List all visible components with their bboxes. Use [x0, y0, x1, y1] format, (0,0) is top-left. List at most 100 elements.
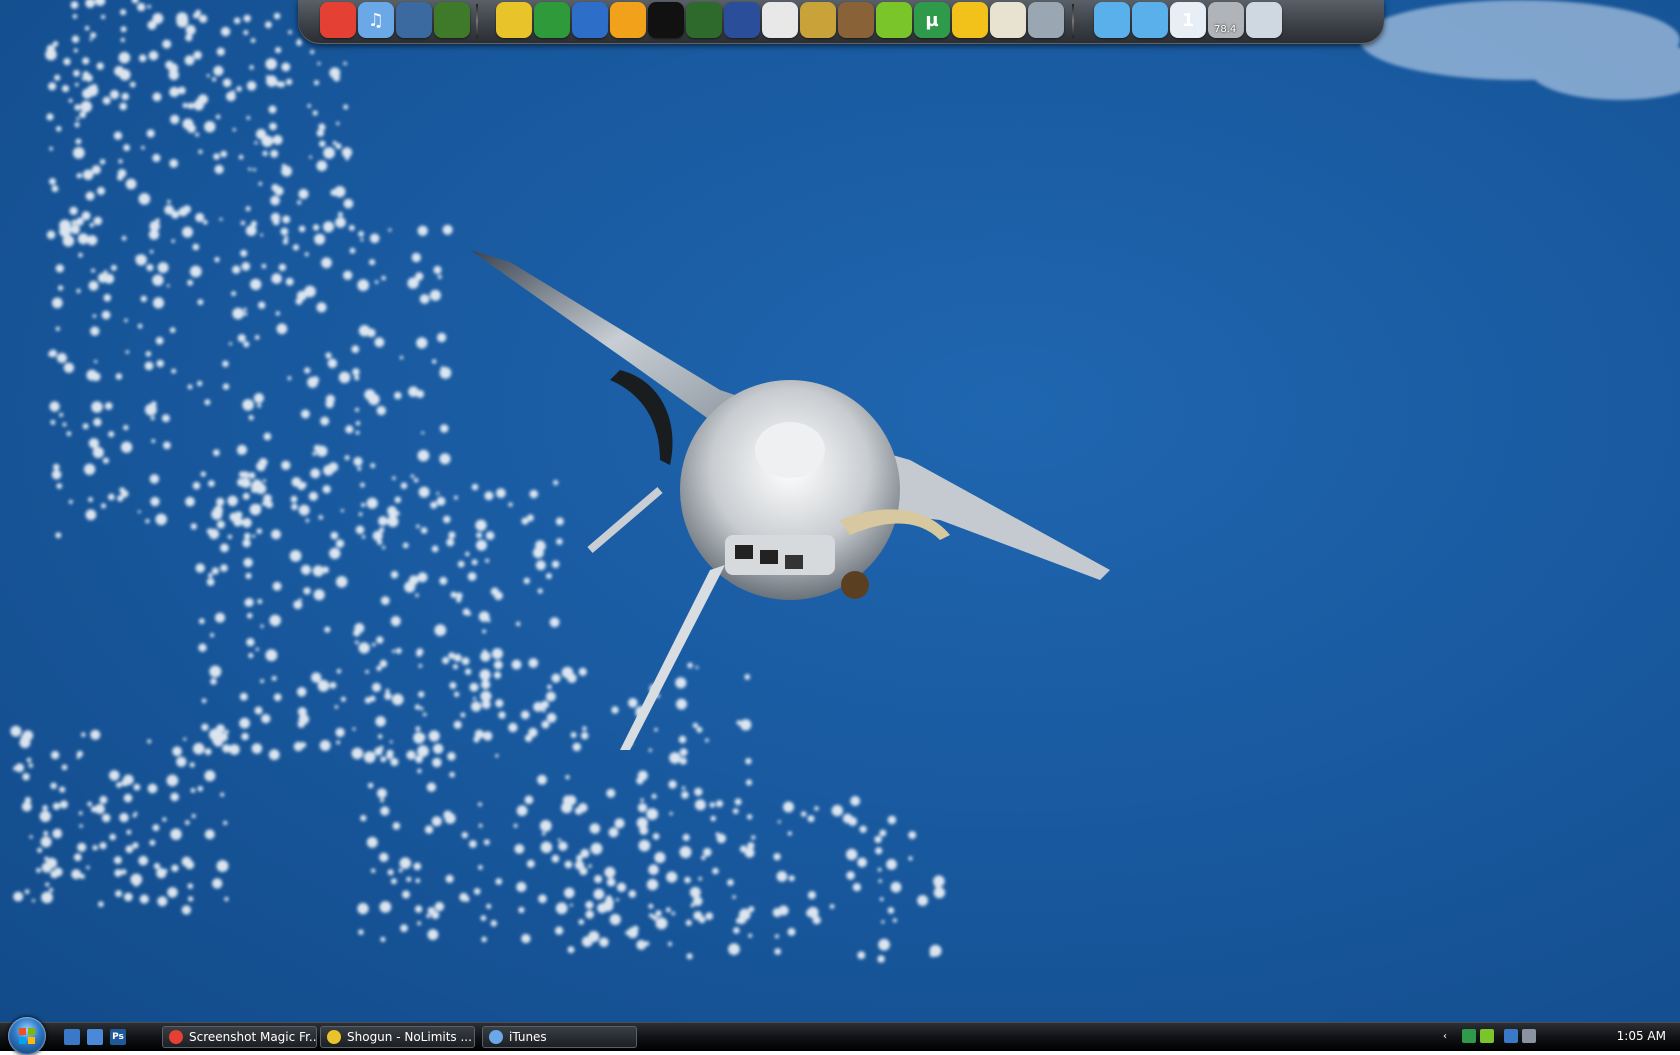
- cloud-puff: [152, 297, 165, 309]
- cloud-puff: [461, 657, 470, 666]
- cloud-puff: [187, 896, 194, 902]
- cloud-puff: [169, 159, 179, 168]
- cloud-puff: [372, 530, 383, 541]
- switch-windows-icon[interactable]: [87, 1029, 103, 1045]
- cloud-puff: [36, 867, 41, 873]
- cloud-puff: [402, 890, 410, 899]
- cloud-puff: [449, 771, 455, 778]
- cloud-puff: [147, 20, 157, 30]
- cloud-puff: [404, 581, 416, 593]
- cloud-puff: [71, 869, 82, 880]
- cloud-puff: [399, 355, 404, 360]
- cloud-puff: [237, 334, 246, 343]
- google-earth-icon[interactable]: [724, 2, 760, 38]
- alien-icon[interactable]: [686, 2, 722, 38]
- cloud-puff: [224, 896, 229, 902]
- cloud-puff: [437, 274, 442, 279]
- cloud-puff: [389, 740, 393, 744]
- cloud-puff: [701, 855, 706, 861]
- cloud-puff: [453, 720, 462, 729]
- cloud-puff: [101, 813, 111, 823]
- cloud-puff: [198, 14, 208, 23]
- fl-studio-icon[interactable]: [610, 2, 646, 38]
- cloud-puff: [78, 252, 83, 258]
- cloud-puff: [119, 69, 131, 81]
- cloud-puff: [447, 752, 456, 761]
- show-hidden-icons-button[interactable]: ‹: [1440, 1029, 1450, 1043]
- cloud-puff: [406, 750, 416, 760]
- weather-temperature: 78.4: [1214, 24, 1237, 35]
- guitar-icon[interactable]: [838, 2, 874, 38]
- limewire-icon[interactable]: [876, 2, 912, 38]
- cloud-puff: [99, 159, 106, 165]
- utorrent-tray-icon[interactable]: [1462, 1029, 1476, 1043]
- cloud-puff: [614, 818, 625, 829]
- cloud-puff: [444, 812, 456, 824]
- start-button[interactable]: [8, 1017, 46, 1055]
- cloud-puff: [83, 463, 96, 475]
- network-computers-icon[interactable]: [1028, 2, 1064, 38]
- cloud-puff: [526, 859, 535, 868]
- cloud-puff: [443, 515, 451, 524]
- cloud-puff: [208, 480, 215, 487]
- spiral-icon[interactable]: [572, 2, 608, 38]
- cloud-puff: [220, 792, 225, 797]
- cloud-puff: [442, 656, 450, 665]
- cloud-puff: [391, 693, 404, 706]
- activity-monitor-icon[interactable]: [952, 2, 988, 38]
- cloud-puff: [28, 763, 34, 768]
- cloud-puff: [85, 509, 97, 521]
- cloud-puff: [652, 833, 660, 840]
- cloud-puff: [61, 764, 68, 771]
- cloud-puff: [352, 727, 356, 731]
- magnet-icon[interactable]: [1094, 2, 1130, 38]
- cloud-puff: [354, 375, 360, 381]
- clock[interactable]: 1:05 AM: [1617, 1029, 1666, 1043]
- shogun-app-icon[interactable]: [496, 2, 532, 38]
- cloud-puff: [91, 401, 103, 413]
- golden-symbol-icon[interactable]: [800, 2, 836, 38]
- monitor-icon[interactable]: [396, 2, 432, 38]
- cloud-puff: [298, 188, 309, 200]
- panda-icon[interactable]: [762, 2, 798, 38]
- cloud-puff: [55, 532, 62, 539]
- cloud-puff: [216, 497, 225, 507]
- cloud-puff: [53, 463, 60, 471]
- task-shogun[interactable]: Shogun - NoLimits ...: [320, 1026, 475, 1048]
- network-icon[interactable]: [1504, 1029, 1518, 1043]
- tray-app-icon[interactable]: [1480, 1029, 1494, 1043]
- recycle-bin-icon[interactable]: [1246, 2, 1282, 38]
- cloud-puff: [495, 878, 503, 885]
- cloud-puff: [187, 102, 194, 110]
- show-desktop-icon[interactable]: [64, 1029, 80, 1045]
- task-screenshot-magic[interactable]: Screenshot Magic Fr...: [162, 1026, 317, 1048]
- steam-icon[interactable]: [648, 2, 684, 38]
- volume-icon[interactable]: [1522, 1029, 1536, 1043]
- cloud-puff: [213, 153, 220, 160]
- cloud-puff: [313, 589, 325, 601]
- magnet-settings-icon[interactable]: [1132, 2, 1168, 38]
- utorrent-icon[interactable]: µ: [914, 2, 950, 38]
- cloud-puff: [152, 92, 162, 102]
- cloud-puff: [118, 51, 131, 64]
- notepad-icon[interactable]: [990, 2, 1026, 38]
- cloud-puff: [478, 823, 483, 828]
- cloud-puff: [655, 917, 668, 930]
- itunes-icon[interactable]: ♫: [358, 2, 394, 38]
- cloud-puff: [436, 492, 440, 495]
- chrome-icon[interactable]: [320, 2, 356, 38]
- cloud-puff: [414, 905, 423, 913]
- task-itunes[interactable]: iTunes: [482, 1026, 637, 1048]
- tree-icon[interactable]: [434, 2, 470, 38]
- cloud-puff: [72, 14, 78, 19]
- cloud-puff: [216, 615, 223, 623]
- calendar-icon[interactable]: 1: [1170, 2, 1206, 38]
- cloud-puff: [336, 740, 341, 745]
- landscape-icon[interactable]: [534, 2, 570, 38]
- task-app-icon: [489, 1030, 503, 1044]
- task-app-icon: [327, 1030, 341, 1044]
- cloud-puff: [96, 186, 106, 196]
- cloud-puff: [313, 444, 321, 452]
- photoshop-icon[interactable]: Ps: [110, 1029, 126, 1045]
- cloud-puff: [555, 902, 568, 915]
